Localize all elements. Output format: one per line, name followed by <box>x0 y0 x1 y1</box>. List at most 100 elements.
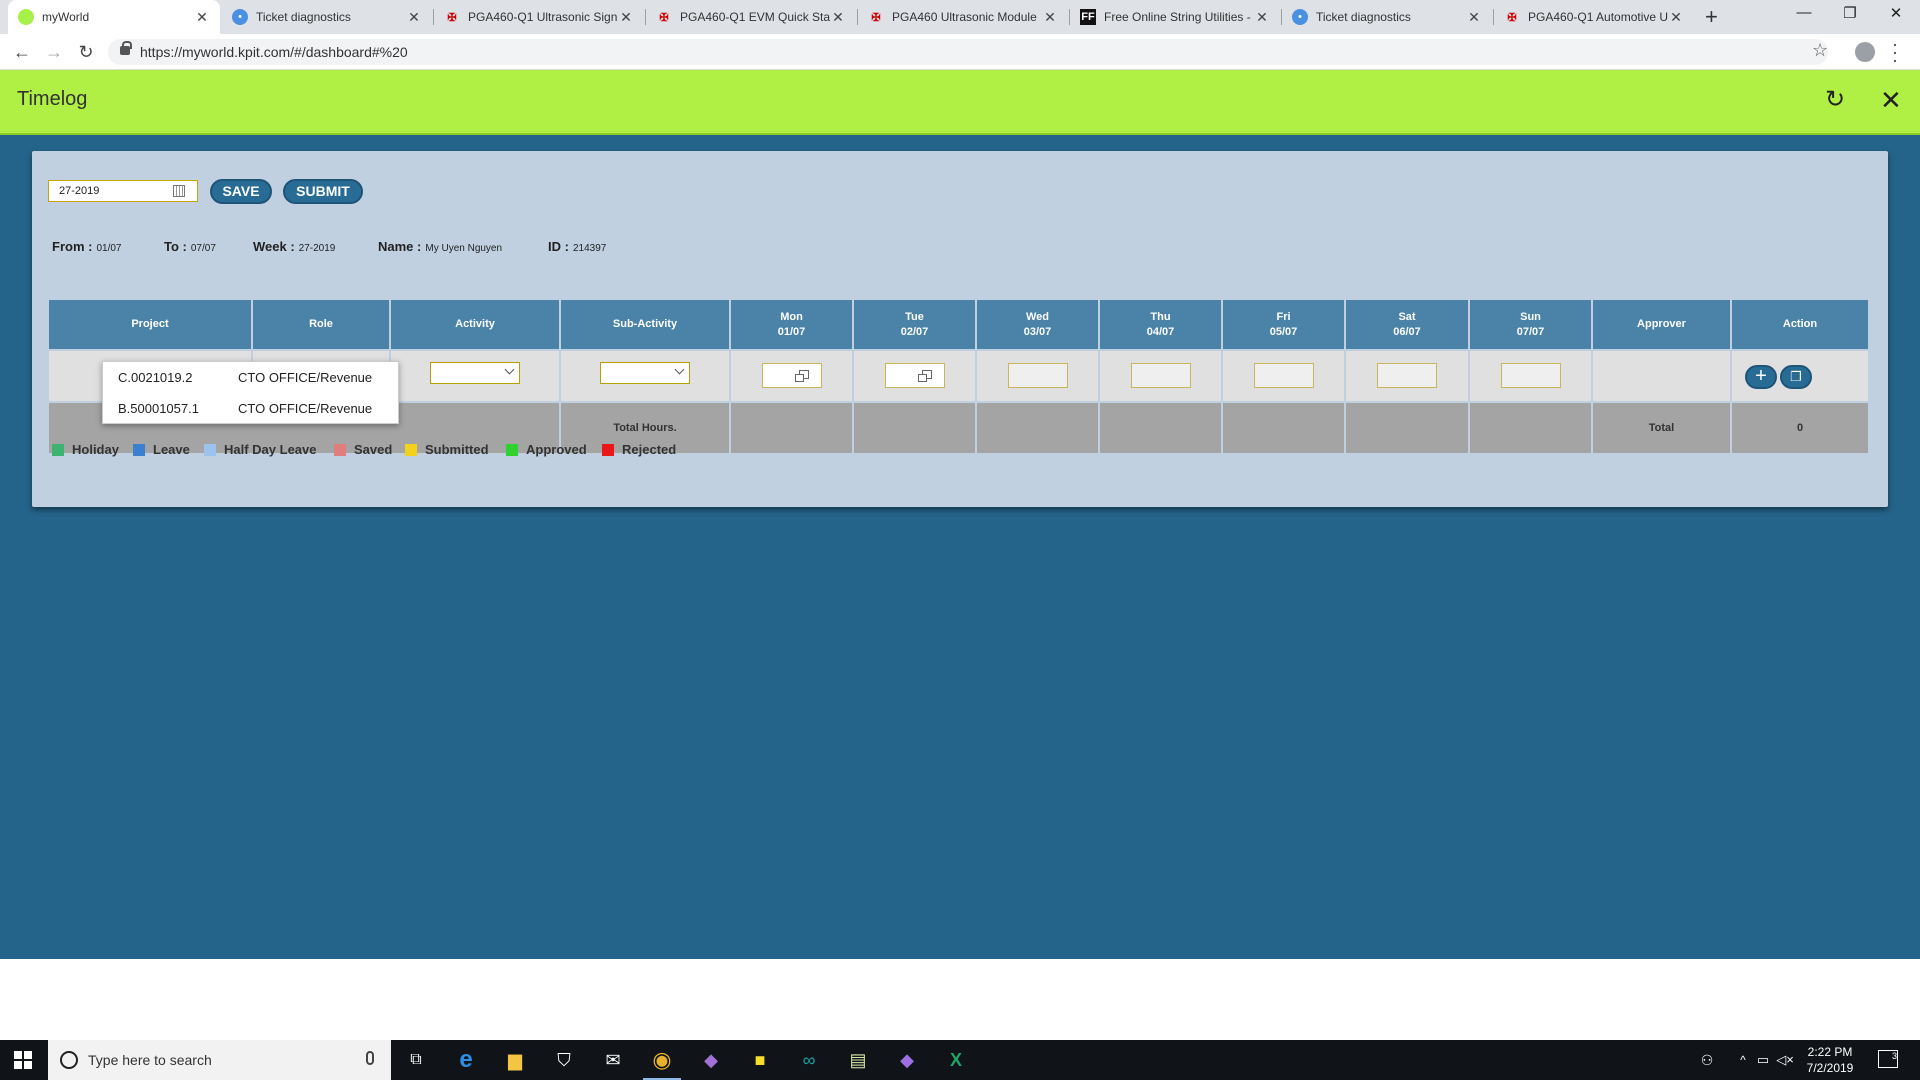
hours-input-wed[interactable] <box>1008 363 1068 388</box>
project-option[interactable]: C.0021019.2 CTO OFFICE/Revenue <box>103 362 400 393</box>
task-view-icon[interactable]: ⧉ <box>403 1048 429 1072</box>
ti-icon: ✠ <box>447 11 457 24</box>
visual-studio-2-icon[interactable]: ◆ <box>894 1048 920 1072</box>
notification-center-icon[interactable]: 3 <box>1878 1050 1898 1068</box>
total-tue <box>854 403 975 453</box>
legend-submitted: Submitted <box>405 442 489 457</box>
name-label: Name : <box>378 239 422 254</box>
project-code: C.0021019.2 <box>118 370 193 385</box>
file-explorer-icon[interactable]: ▆ <box>502 1048 528 1072</box>
total-mon <box>731 403 852 453</box>
week-label: Week : <box>253 239 295 254</box>
people-icon[interactable]: ⚇ <box>1694 1048 1720 1072</box>
popup-icon[interactable] <box>918 370 932 382</box>
tab-ticket-diagnostics[interactable]: • Ticket diagnostics ✕ <box>222 0 432 34</box>
profile-avatar[interactable] <box>1855 42 1875 62</box>
tab-pga460-automotive[interactable]: ✠ PGA460-Q1 Automotive Ult ✕ <box>1494 0 1694 34</box>
tab-pga460-module[interactable]: ✠ PGA460 Ultrasonic Module ✕ <box>858 0 1068 34</box>
close-tab-icon[interactable]: ✕ <box>1466 9 1482 26</box>
sticky-notes-icon[interactable]: ■ <box>747 1048 773 1072</box>
legend-label: Submitted <box>425 442 489 457</box>
close-tab-icon[interactable]: ✕ <box>194 9 210 26</box>
id-info: ID :214397 <box>548 239 606 254</box>
hours-cell-thu <box>1100 351 1221 401</box>
save-button[interactable]: SAVE <box>210 179 272 204</box>
cortana-icon <box>60 1051 78 1069</box>
notification-count: 3 <box>1891 1051 1897 1061</box>
subactivity-select[interactable] <box>600 362 690 384</box>
tab-title: PGA460-Q1 EVM Quick Sta <box>680 10 830 24</box>
volume-muted-icon[interactable]: ◁× <box>1772 1048 1798 1072</box>
ti-icon: ✠ <box>659 11 669 24</box>
forward-arrow-icon[interactable]: → <box>42 40 66 64</box>
week-field[interactable]: 27-2019 <box>48 180 198 202</box>
url-field[interactable]: https://myworld.kpit.com/#/dashboard#%20 <box>108 39 1828 65</box>
activity-select[interactable] <box>430 362 520 384</box>
submit-button[interactable]: SUBMIT <box>283 179 363 204</box>
visual-studio-icon[interactable]: ◆ <box>698 1048 724 1072</box>
close-tab-icon[interactable]: ✕ <box>406 9 422 26</box>
tab-string-utilities[interactable]: FF Free Online String Utilities - ✕ <box>1070 0 1280 34</box>
bookmark-star-icon[interactable]: ☆ <box>1812 40 1828 61</box>
legend-holiday: Holiday <box>52 442 119 457</box>
close-tab-icon[interactable]: ✕ <box>1254 9 1270 26</box>
back-arrow-icon[interactable]: ← <box>10 40 34 64</box>
menu-dots-icon[interactable]: · · · <box>1892 35 1898 69</box>
calendar-icon[interactable] <box>173 185 185 197</box>
refresh-icon[interactable]: ↻ <box>1825 88 1845 112</box>
chrome-app-icon: • <box>1292 9 1308 25</box>
from-label: From : <box>52 239 93 254</box>
close-tab-icon[interactable]: ✕ <box>618 9 634 26</box>
tab-title: Ticket diagnostics <box>1316 10 1411 24</box>
tab-pga460-evm[interactable]: ✠ PGA460-Q1 EVM Quick Sta ✕ <box>646 0 856 34</box>
hours-input-thu[interactable] <box>1131 363 1191 388</box>
hours-input-sat[interactable] <box>1377 363 1437 388</box>
project-option[interactable]: B.50001057.1 CTO OFFICE/Revenue <box>103 393 400 424</box>
hours-input-mon[interactable] <box>762 363 822 388</box>
day-name: Sat <box>1398 310 1416 323</box>
windows-start-icon[interactable] <box>14 1051 32 1069</box>
day-name: Sun <box>1520 310 1541 323</box>
mail-icon[interactable]: ✉ <box>600 1048 626 1072</box>
add-row-button[interactable]: + <box>1745 365 1777 389</box>
tab-pga460-ultrasonic-sign[interactable]: ✠ PGA460-Q1 Ultrasonic Sign ✕ <box>434 0 644 34</box>
header-approver: Approver <box>1593 300 1730 349</box>
action-cell: + ❐ <box>1732 351 1868 401</box>
day-date: 03/07 <box>1023 325 1052 338</box>
excel-icon[interactable]: X <box>943 1048 969 1072</box>
tab-myworld[interactable]: myWorld ✕ <box>8 0 220 34</box>
project-name: CTO OFFICE/Revenue <box>238 401 373 416</box>
copy-row-button[interactable]: ❐ <box>1780 365 1812 389</box>
popup-icon[interactable] <box>795 370 809 382</box>
reload-icon[interactable]: ↻ <box>74 40 98 64</box>
hours-input-fri[interactable] <box>1254 363 1314 388</box>
name-info: Name : My Uyen Nguyen <box>378 239 502 254</box>
hours-input-tue[interactable] <box>885 363 945 388</box>
microphone-icon[interactable] <box>366 1051 374 1065</box>
legend-swatch <box>405 443 417 456</box>
taskbar-search[interactable]: Type here to search <box>48 1040 391 1080</box>
header-activity: Activity <box>391 300 559 349</box>
close-tab-icon[interactable]: ✕ <box>1668 9 1684 26</box>
hours-cell-mon <box>731 351 852 401</box>
header-day-thu: Thu 04/07 <box>1100 300 1221 349</box>
chrome-icon[interactable]: ◉ <box>643 1048 681 1080</box>
tab-ticket-diagnostics-2[interactable]: • Ticket diagnostics ✕ <box>1282 0 1492 34</box>
legend-half-day-leave: Half Day Leave <box>204 442 317 457</box>
hours-input-sun[interactable] <box>1501 363 1561 388</box>
browser-tab-bar: myWorld ✕ • Ticket diagnostics ✕ ✠ PGA46… <box>0 0 1920 34</box>
clock-time: 2:22 PM <box>1807 1045 1853 1059</box>
store-icon[interactable]: ⛉ <box>551 1048 577 1072</box>
arduino-icon[interactable]: ∞ <box>796 1048 822 1072</box>
window-close-icon[interactable]: ✕ <box>1876 4 1916 22</box>
edge-icon[interactable]: e <box>453 1048 479 1072</box>
notepad-icon[interactable]: ▤ <box>845 1048 871 1072</box>
close-tab-icon[interactable]: ✕ <box>1042 9 1058 26</box>
new-tab-icon[interactable]: + <box>1705 4 1718 30</box>
close-tab-icon[interactable]: ✕ <box>830 9 846 26</box>
close-icon[interactable]: ✕ <box>1880 87 1902 113</box>
restore-icon[interactable]: ❐ <box>1830 4 1870 22</box>
system-clock[interactable]: 2:22 PM 7/2/2019 <box>1800 1044 1860 1076</box>
minimize-icon[interactable]: — <box>1784 4 1824 21</box>
week-value: 27-2019 <box>298 243 336 254</box>
